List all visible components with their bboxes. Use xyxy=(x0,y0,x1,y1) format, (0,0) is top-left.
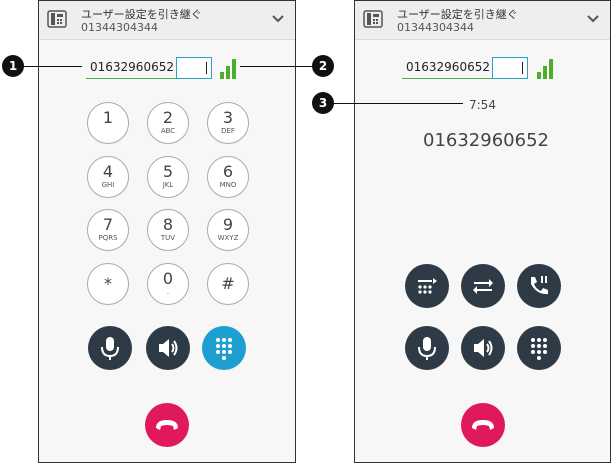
speaker-button[interactable] xyxy=(146,326,190,370)
dtmf-input[interactable] xyxy=(492,57,528,79)
callout-3: 3 xyxy=(312,92,334,114)
hold-call-button[interactable] xyxy=(517,264,561,308)
call-header[interactable]: ユーザー設定を引き継ぐ 01344304344 xyxy=(39,1,295,40)
desk-phone-icon xyxy=(47,10,67,28)
callout-1-line xyxy=(22,66,82,67)
desk-phone-icon xyxy=(363,10,383,28)
dialpad-icon xyxy=(531,338,547,360)
dtmf-input[interactable] xyxy=(176,57,212,79)
keypad-toggle-button[interactable] xyxy=(517,326,561,370)
transfer-dial-button[interactable] xyxy=(405,264,449,308)
speaker-icon xyxy=(159,339,178,357)
chevron-down-icon[interactable] xyxy=(586,11,600,25)
remote-number: 01632960652 xyxy=(423,130,549,151)
callout-2: 2 xyxy=(312,55,334,77)
dial-number-field[interactable]: 01632960652 xyxy=(86,57,178,79)
swap-arrows-icon xyxy=(473,279,493,294)
header-title: ユーザー設定を引き継ぐ xyxy=(81,8,202,21)
dialpad-icon xyxy=(216,338,232,360)
hang-up-button[interactable] xyxy=(145,403,189,447)
dial-number: 01632960652 xyxy=(90,60,174,74)
key-2[interactable]: 2 ABC xyxy=(147,102,189,144)
call-timer: 7:54 xyxy=(469,98,496,112)
header-number: 01344304344 xyxy=(81,21,158,34)
dialpad-screen: ユーザー設定を引き継ぐ 01344304344 01632960652 1 2A… xyxy=(38,0,296,463)
callout-1: 1 xyxy=(2,55,24,77)
speaker-button[interactable] xyxy=(461,326,505,370)
keypad-toggle-button[interactable] xyxy=(202,326,246,370)
chevron-down-icon[interactable] xyxy=(271,11,285,25)
hang-up-button[interactable] xyxy=(461,403,505,447)
microphone-icon xyxy=(418,337,436,360)
key-8[interactable]: 8 TUV xyxy=(147,209,189,251)
key-6[interactable]: 6 MNO xyxy=(207,156,249,198)
key-7[interactable]: 7 PQRS xyxy=(87,209,129,251)
callout-2-line xyxy=(240,66,312,67)
key-9[interactable]: 9 WXYZ xyxy=(207,209,249,251)
signal-strength-icon xyxy=(220,57,236,79)
signal-strength-icon xyxy=(537,57,553,79)
key-5[interactable]: 5 JKL xyxy=(147,156,189,198)
key-1[interactable]: 1 xyxy=(87,102,129,144)
header-number: 01344304344 xyxy=(397,21,474,34)
speaker-icon xyxy=(474,339,493,357)
dial-transfer-icon xyxy=(418,278,437,294)
key-4[interactable]: 4 GHI xyxy=(87,156,129,198)
dial-number: 01632960652 xyxy=(406,60,490,74)
hang-up-icon xyxy=(472,420,494,430)
call-header[interactable]: ユーザー設定を引き継ぐ 01344304344 xyxy=(355,1,610,40)
mute-button[interactable] xyxy=(405,326,449,370)
phone-hold-icon xyxy=(531,276,548,295)
hang-up-icon xyxy=(156,420,178,430)
key-3[interactable]: 3 DEF xyxy=(207,102,249,144)
swap-call-button[interactable] xyxy=(461,264,505,308)
mute-button[interactable] xyxy=(88,326,132,370)
callout-3-line xyxy=(333,103,463,104)
dial-number-field[interactable]: 01632960652 xyxy=(402,57,494,79)
key-star[interactable]: * xyxy=(87,263,129,305)
microphone-icon xyxy=(101,337,119,360)
header-title: ユーザー設定を引き継ぐ xyxy=(397,8,518,21)
in-call-screen: ユーザー設定を引き継ぐ 01344304344 01632960652 7:54… xyxy=(354,0,611,463)
key-0[interactable]: 0. xyxy=(147,263,189,305)
key-hash[interactable]: # xyxy=(207,263,249,305)
